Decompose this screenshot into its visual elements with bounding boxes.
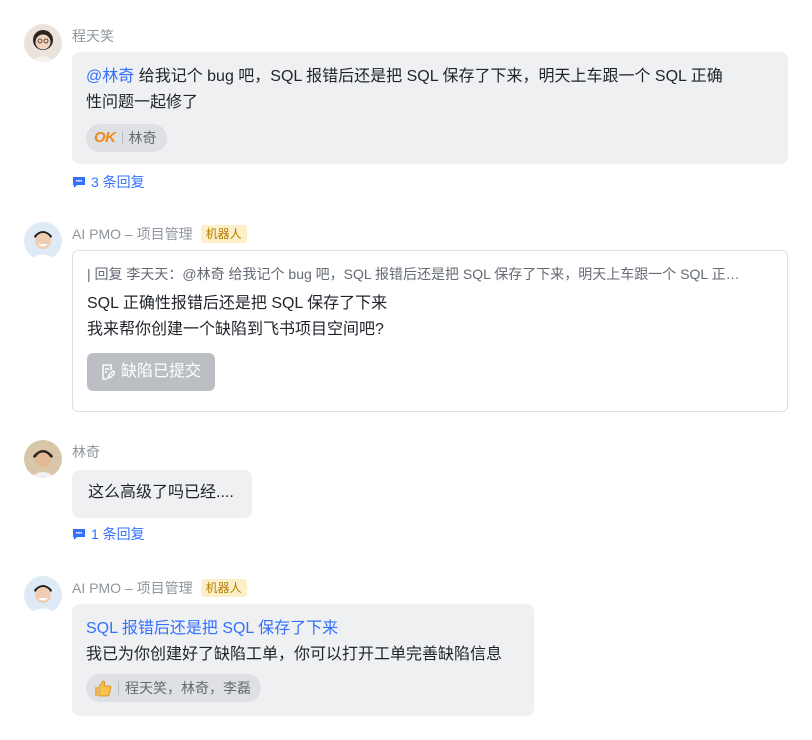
sender-row: AI PMO – 项目管理 机器人 (72, 224, 247, 244)
sender-name[interactable]: 程天笑 (72, 26, 114, 46)
sender-row: 林奇 (72, 442, 100, 462)
reply-count-link[interactable]: 1 条回复 (72, 524, 145, 544)
edit-document-icon (102, 364, 115, 380)
sender-name[interactable]: AI PMO – 项目管理 (72, 578, 193, 598)
reaction-pill[interactable]: 程天笑，林奇，李磊 (86, 674, 261, 702)
message-bubble[interactable]: 这么高级了吗已经.... (72, 470, 252, 518)
message-text: @林奇 给我记个 bug 吧，SQL 报错后还是把 SQL 保存了下来，明天上车… (86, 68, 723, 85)
sender-name[interactable]: 林奇 (72, 442, 100, 462)
ok-emoji-icon: OK (94, 129, 116, 146)
card-text-line1: SQL 正确性报错后还是把 SQL 保存了下来 (87, 295, 388, 312)
reply-count-link[interactable]: 3 条回复 (72, 172, 145, 192)
message-text: 这么高级了吗已经.... (88, 484, 234, 501)
bot-avatar[interactable] (24, 576, 62, 614)
bot-badge: 机器人 (200, 579, 247, 597)
button-label: 缺陷已提交 (121, 363, 202, 380)
reaction-users: 程天笑，林奇，李磊 (125, 680, 251, 696)
sender-name[interactable]: AI PMO – 项目管理 (72, 224, 193, 244)
reaction-users: 林奇 (128, 130, 157, 146)
quoted-reply[interactable]: | 回复 李天天：@林奇 给我记个 bug 吧，SQL 报错后还是把 SQL 保… (87, 263, 773, 285)
thumbs-up-icon (95, 680, 112, 696)
defect-link[interactable]: SQL 报错后还是把 SQL 保存了下来 (86, 616, 520, 642)
sender-row: AI PMO – 项目管理 机器人 (72, 578, 247, 598)
reaction-pill[interactable]: OK 林奇 (86, 124, 167, 152)
message-bubble[interactable]: @林奇 给我记个 bug 吧，SQL 报错后还是把 SQL 保存了下来，明天上车… (72, 52, 788, 164)
message-text-line2: 性问题一起修了 (86, 94, 199, 111)
reply-icon (73, 176, 85, 188)
reply-count: 3 条回复 (91, 174, 145, 190)
bot-badge: 机器人 (200, 225, 247, 243)
reply-icon (73, 528, 85, 540)
message-text: 我已为你创建好了缺陷工单，你可以打开工单完善缺陷信息 (86, 646, 503, 663)
message-bubble[interactable]: SQL 报错后还是把 SQL 保存了下来 我已为你创建好了缺陷工单，你可以打开工… (72, 604, 534, 716)
divider (118, 681, 119, 695)
sender-row: 程天笑 (72, 26, 114, 46)
bot-avatar[interactable] (24, 222, 62, 260)
defect-submitted-button[interactable]: 缺陷已提交 (87, 353, 216, 391)
message-card[interactable]: | 回复 李天天：@林奇 给我记个 bug 吧，SQL 报错后还是把 SQL 保… (72, 250, 788, 412)
avatar[interactable] (24, 24, 62, 62)
avatar[interactable] (24, 440, 62, 478)
mention-link[interactable]: @林奇 (86, 68, 134, 85)
reply-count: 1 条回复 (91, 526, 145, 542)
card-text-line2: 我来帮你创建一个缺陷到飞书项目空间吧? (87, 321, 384, 338)
divider (121, 131, 123, 145)
